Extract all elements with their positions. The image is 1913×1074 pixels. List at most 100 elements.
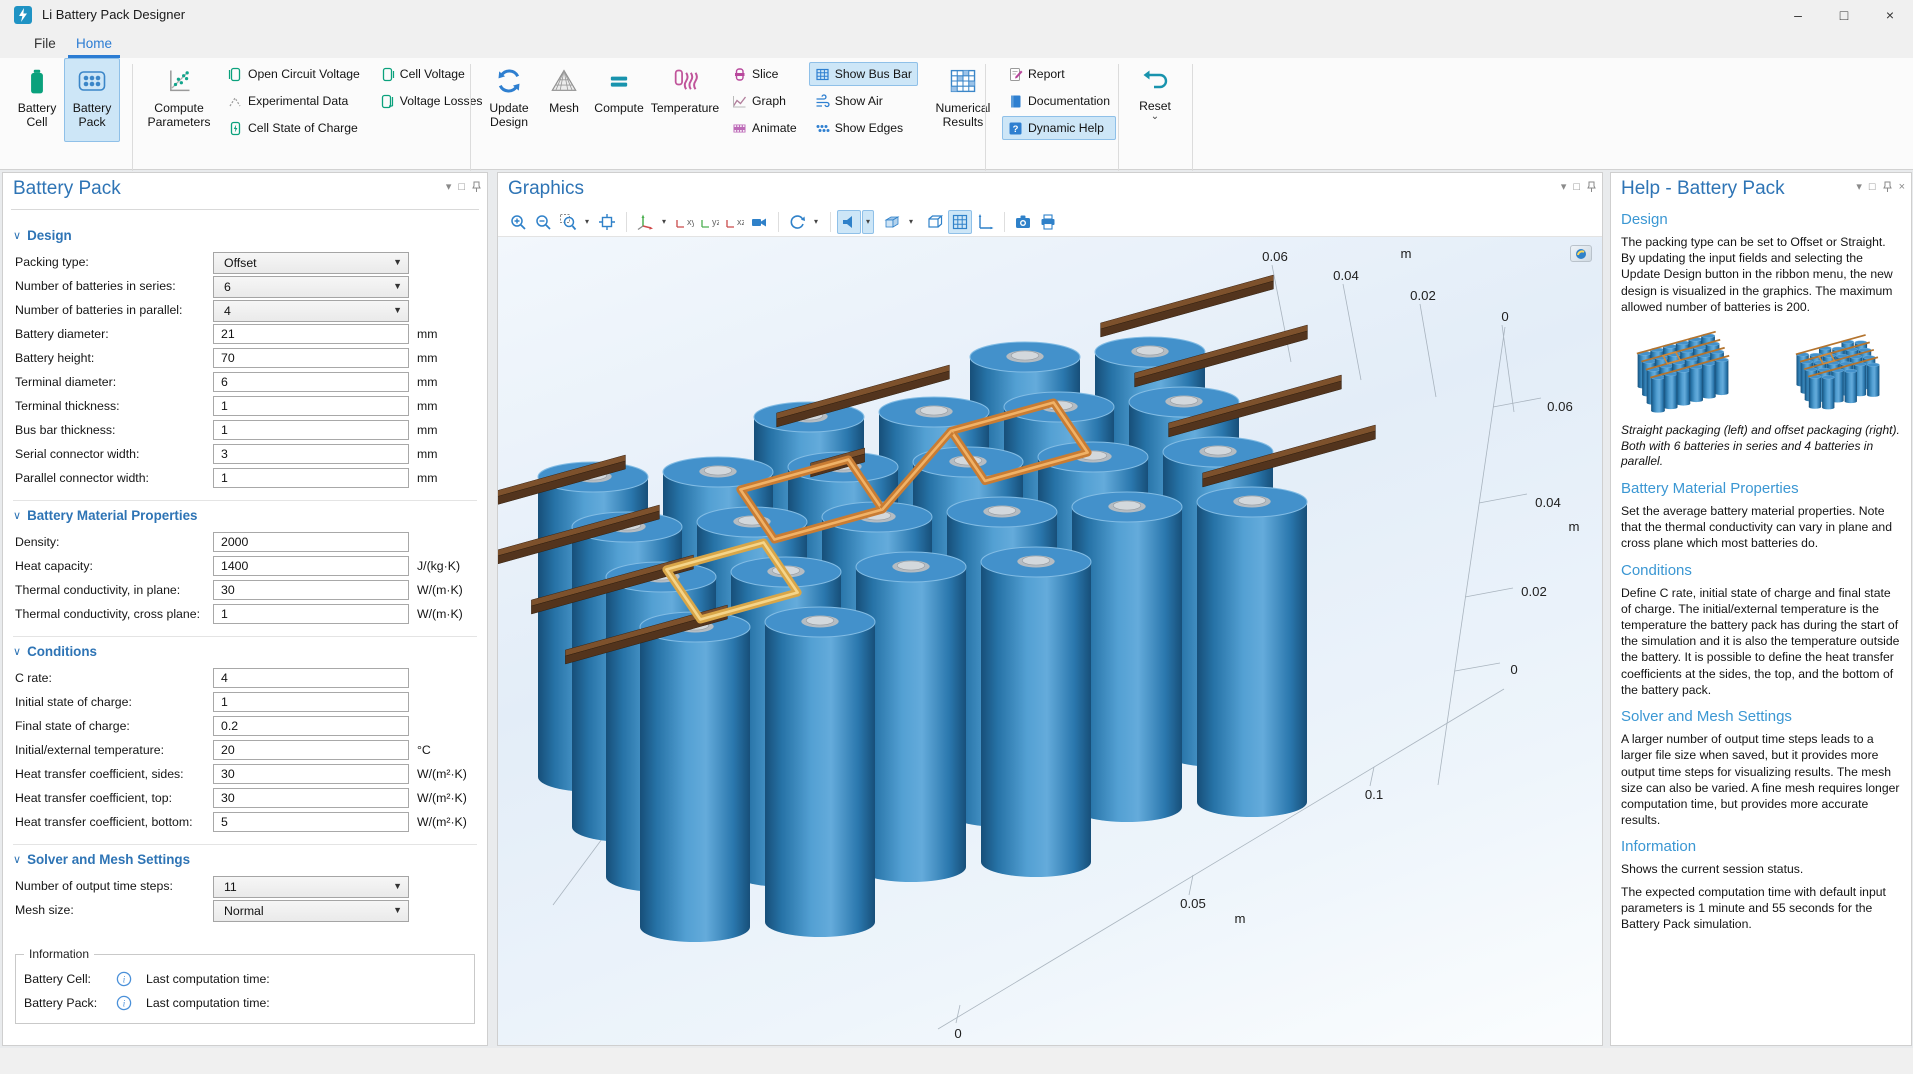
zoom-out-button[interactable] [531, 210, 555, 234]
show-bus-bar-button[interactable]: Show Bus Bar [809, 62, 918, 86]
field-control[interactable]: 6 ▼ [213, 372, 409, 392]
zoom-in-button[interactable] [506, 210, 530, 234]
view-options-button[interactable] [880, 210, 904, 234]
default-3d-view-button[interactable] [633, 210, 657, 234]
view-options-dropdown-icon[interactable]: ▾ [905, 210, 917, 234]
field-control[interactable]: 70 ▼ [213, 348, 409, 368]
field-control[interactable]: 30 ▼ [213, 764, 409, 784]
view-xy-button[interactable]: xy [672, 210, 696, 234]
field-control[interactable]: 1 ▼ [213, 468, 409, 488]
field-control[interactable]: 1 ▼ [213, 420, 409, 440]
update-design-button[interactable]: Update Design [480, 58, 538, 142]
print-button[interactable] [1036, 210, 1060, 234]
animate-button[interactable]: Animate [726, 116, 803, 140]
menu-home[interactable]: Home [68, 33, 120, 58]
panel-menu-icon[interactable]: ▾ [1561, 181, 1567, 193]
report-button[interactable]: Report [1002, 62, 1116, 86]
section-header-conditions[interactable]: ∨ Conditions [13, 641, 477, 661]
field-control[interactable]: 5 ▼ [213, 812, 409, 832]
form-row: Heat transfer coefficient, top: 30 ▼ W/(… [13, 788, 477, 808]
graph-button[interactable]: Graph [726, 89, 803, 113]
zoom-box-dropdown-icon[interactable]: ▾ [581, 210, 593, 234]
snapshot-button[interactable] [1011, 210, 1035, 234]
panel-pin-icon[interactable] [1883, 181, 1892, 193]
rotate-dropdown-icon[interactable]: ▾ [810, 210, 822, 234]
show-grid-button[interactable] [948, 210, 972, 234]
wireframe-rendering-button[interactable] [923, 210, 947, 234]
view-yz-button[interactable]: yz [697, 210, 721, 234]
show-edges-icon [815, 121, 830, 136]
field-control[interactable]: 1400 ▼ [213, 556, 409, 576]
battery-pack-3d-scene[interactable]: 0.06 0.04 0.02 0 m 0.06 0.04 m 0.02 0 0.… [498, 237, 1602, 1045]
slice-button[interactable]: Slice [726, 62, 803, 86]
scene-camera-button[interactable] [747, 210, 771, 234]
graphics-viewport[interactable]: 0.06 0.04 0.02 0 m 0.06 0.04 m 0.02 0 0.… [498, 237, 1602, 1045]
show-axes-button[interactable] [973, 210, 997, 234]
field-control[interactable]: 6 ▼ [213, 276, 409, 298]
mesh-button[interactable]: Mesh [538, 58, 590, 142]
field-control[interactable]: Normal ▼ [213, 900, 409, 922]
minimize-button[interactable]: – [1775, 0, 1821, 30]
section-header-solver[interactable]: ∨ Solver and Mesh Settings [13, 849, 477, 869]
help-panel-title: Help - Battery Pack [1621, 178, 1785, 200]
bus-bar [1101, 275, 1274, 337]
zoom-extents-button[interactable] [595, 210, 619, 234]
section-header-material[interactable]: ∨ Battery Material Properties [13, 505, 477, 525]
field-control[interactable]: 1 ▼ [213, 396, 409, 416]
info-icon: i [116, 995, 132, 1011]
section-header-design[interactable]: ∨ Design [13, 225, 477, 245]
field-control[interactable]: 0.2 ▼ [213, 716, 409, 736]
view-xz-button[interactable]: xz [722, 210, 746, 234]
render-indicator-icon[interactable] [1570, 245, 1592, 262]
numerical-results-button[interactable]: Numerical Results [924, 58, 1002, 142]
menu-file[interactable]: File [26, 33, 64, 58]
zoom-box-button[interactable] [556, 210, 580, 234]
battery-cylinder [1197, 487, 1307, 817]
documentation-button[interactable]: Documentation [1002, 89, 1116, 113]
reset-dropdown-icon[interactable]: ⌄ [1151, 111, 1159, 122]
open-circuit-voltage-button[interactable]: Open Circuit Voltage [222, 62, 366, 86]
compute-parameters-button[interactable]: Compute Parameters [142, 58, 216, 142]
temperature-button[interactable]: Temperature [648, 58, 722, 142]
field-control[interactable]: 20 ▼ [213, 740, 409, 760]
field-control[interactable]: 3 ▼ [213, 444, 409, 464]
panel-pin-icon[interactable] [472, 181, 481, 193]
straight-packaging-image [1621, 323, 1776, 419]
show-edges-button[interactable]: Show Edges [809, 116, 918, 140]
field-control[interactable]: 30 ▼ [213, 788, 409, 808]
panel-menu-icon[interactable]: ▾ [1856, 181, 1862, 193]
scene-light-button[interactable] [837, 210, 861, 234]
panel-float-icon[interactable]: □ [1869, 181, 1876, 193]
field-control[interactable]: 1 ▼ [213, 604, 409, 624]
field-control[interactable]: Offset ▼ [213, 252, 409, 274]
field-control[interactable]: 11 ▼ [213, 876, 409, 898]
dynamic-help-button[interactable]: ? Dynamic Help [1002, 116, 1116, 140]
field-control[interactable]: 30 ▼ [213, 580, 409, 600]
field-control[interactable]: 4 ▼ [213, 300, 409, 322]
panel-pin-icon[interactable] [1587, 181, 1596, 193]
panel-close-icon[interactable]: × [1899, 181, 1905, 193]
field-control[interactable]: 21 ▼ [213, 324, 409, 344]
reset-button[interactable]: Reset ⌄ [1128, 58, 1182, 142]
battery-cell-nav-button[interactable]: Battery Cell [10, 58, 64, 142]
rotate-button[interactable] [785, 210, 809, 234]
form-row: Bus bar thickness: 1 ▼ mm [13, 420, 477, 440]
field-control[interactable]: 2000 ▼ [213, 532, 409, 552]
field-control[interactable]: 1 ▼ [213, 692, 409, 712]
cell-voltage-button[interactable]: Cell Voltage [374, 62, 489, 86]
experimental-data-button[interactable]: Experimental Data [222, 89, 366, 113]
voltage-losses-button[interactable]: Voltage Losses [374, 89, 489, 113]
battery-pack-nav-button[interactable]: Battery Pack [64, 58, 120, 142]
panel-menu-icon[interactable]: ▾ [446, 181, 452, 193]
default-3d-view-dropdown-icon[interactable]: ▾ [658, 210, 670, 234]
section-solver: ∨ Solver and Mesh Settings Number of out… [13, 844, 477, 920]
scene-light-dropdown-icon[interactable]: ▾ [862, 210, 874, 234]
compute-button[interactable]: Compute [590, 58, 648, 142]
panel-float-icon[interactable]: □ [458, 181, 465, 193]
close-button[interactable]: × [1867, 0, 1913, 30]
cell-state-of-charge-button[interactable]: Cell State of Charge [222, 116, 366, 140]
panel-float-icon[interactable]: □ [1573, 181, 1580, 193]
maximize-button[interactable]: □ [1821, 0, 1867, 30]
show-air-button[interactable]: Show Air [809, 89, 918, 113]
field-control[interactable]: 4 ▼ [213, 668, 409, 688]
